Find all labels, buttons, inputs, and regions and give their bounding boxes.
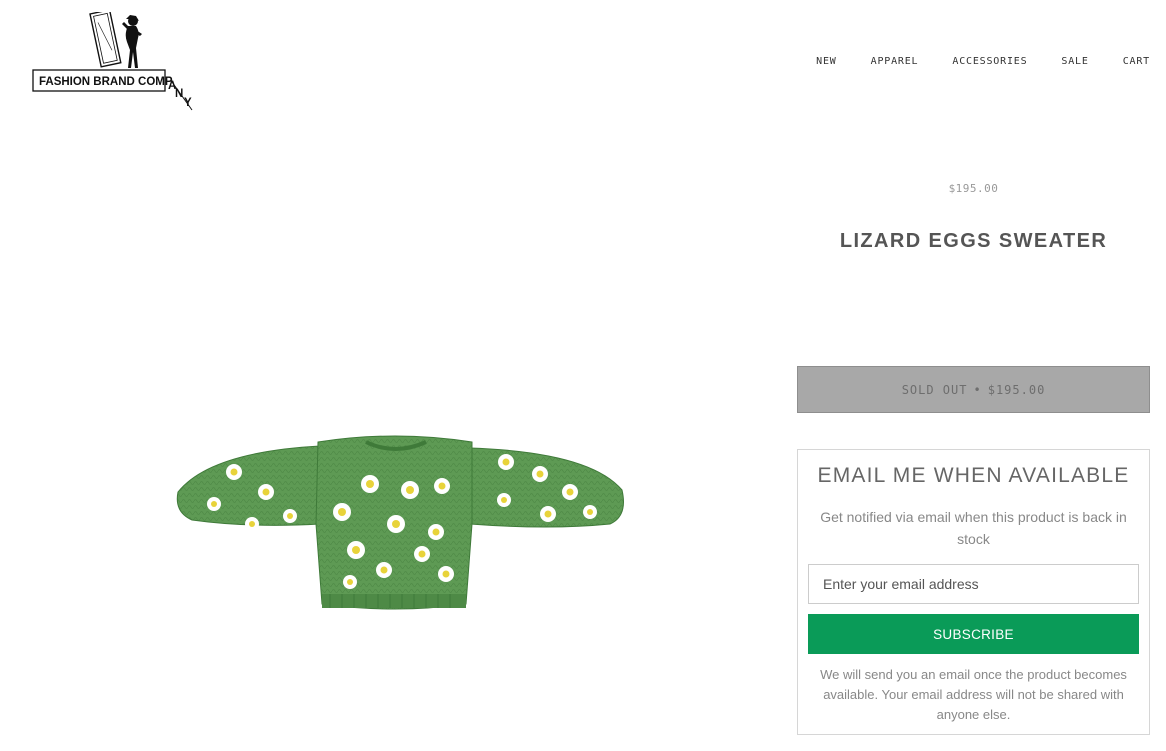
- nav-item-sale[interactable]: SALE: [1061, 56, 1088, 67]
- notify-title: EMAIL ME WHEN AVAILABLE: [817, 464, 1130, 487]
- sweater-illustration: [176, 435, 624, 610]
- main-nav: NEW APPAREL ACCESSORIES SALE CART: [816, 56, 1150, 67]
- svg-text:N: N: [175, 88, 183, 100]
- sold-out-price: $195.00: [987, 382, 1046, 397]
- logo-text: FASHION BRAND COMP: [39, 76, 173, 88]
- nav-item-cart[interactable]: CART: [1123, 56, 1150, 67]
- nav-item-new[interactable]: NEW: [816, 56, 836, 67]
- subscribe-button[interactable]: SUBSCRIBE: [808, 614, 1139, 654]
- sold-out-label: SOLD OUT: [901, 382, 968, 397]
- email-input[interactable]: [808, 564, 1139, 604]
- nav-item-apparel[interactable]: APPAREL: [871, 56, 919, 67]
- product-image[interactable]: [170, 432, 630, 647]
- nav-item-accessories[interactable]: ACCESSORIES: [952, 56, 1027, 67]
- svg-text:Y: Y: [184, 97, 192, 109]
- product-price: $195.00: [948, 182, 999, 195]
- notify-form: EMAIL ME WHEN AVAILABLE Get notified via…: [797, 449, 1150, 735]
- product-title: LIZARD EGGS SWEATER: [839, 230, 1108, 252]
- sold-out-button[interactable]: SOLD OUT • $195.00: [797, 366, 1150, 413]
- brand-logo[interactable]: FASHION BRAND COMP A N Y: [32, 12, 200, 112]
- price-separator: •: [973, 382, 982, 397]
- logo-illustration: FASHION BRAND COMP A N Y: [32, 12, 193, 111]
- notify-note: We will send you an email once the produ…: [820, 667, 1127, 722]
- notify-description: Get notified via email when this product…: [820, 509, 1127, 547]
